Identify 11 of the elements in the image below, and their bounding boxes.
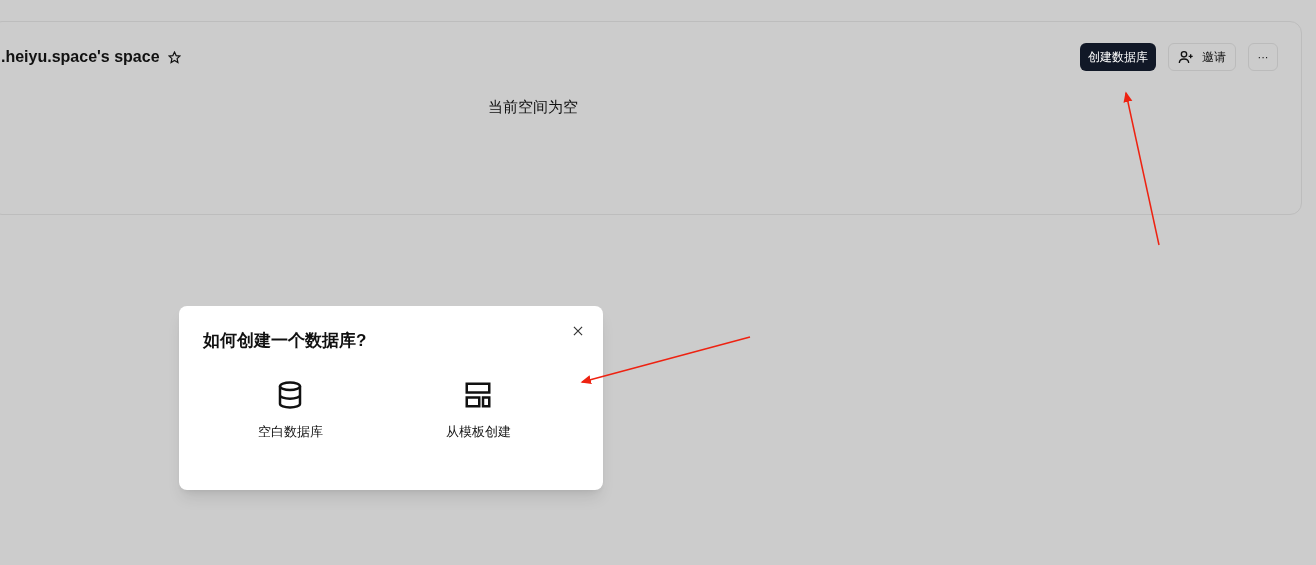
more-button[interactable]: ··· [1248,43,1278,71]
option-button[interactable]: 空白数据库 [219,379,361,441]
space-title: .heiyu.space's space [1,47,160,67]
add-user-icon [1178,49,1194,65]
option-button[interactable]: 从模板创建 [407,379,549,441]
star-icon[interactable] [167,50,181,64]
dialog-title: 如何创建一个数据库? [203,330,367,352]
empty-message: 当前空间为空 [488,98,578,115]
create-database-button[interactable]: 创建数据库 [1080,43,1156,71]
invite-button[interactable]: 邀请 [1168,43,1236,71]
close-button[interactable] [571,324,585,338]
